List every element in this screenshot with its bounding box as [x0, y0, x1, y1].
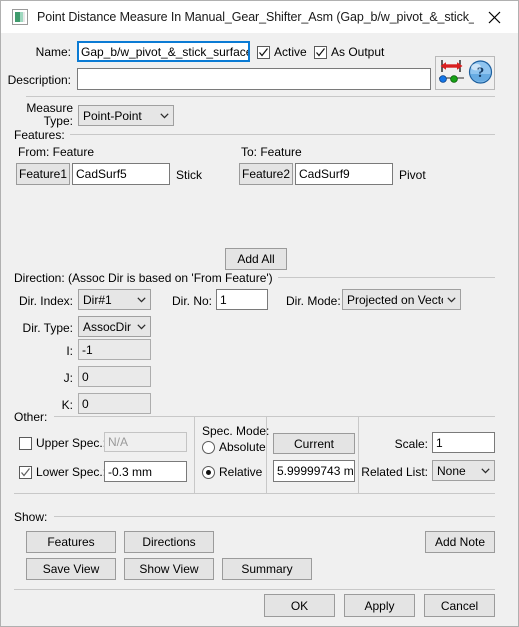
show-group-label: Show:	[14, 510, 53, 524]
upper-spec-checkbox[interactable]: Upper Spec.:	[19, 436, 106, 450]
to-feature-input[interactable]: CadSurf9	[295, 163, 393, 185]
features-group-label: Features:	[14, 128, 70, 142]
lower-spec-input[interactable]: -0.3 mm	[104, 461, 187, 482]
upper-spec-input: N/A	[104, 432, 187, 452]
dir-mode-dropdown[interactable]: Projected on Vector	[342, 289, 461, 310]
measure-type-value: Point-Point	[83, 108, 142, 123]
lower-spec-checkbox[interactable]: Lower Spec.:	[19, 465, 106, 479]
distance-measure-icon[interactable]	[438, 58, 465, 89]
scale-input[interactable]: 1	[432, 432, 495, 453]
current-value-field: 5.99999743 mm	[273, 460, 355, 482]
show-view-button[interactable]: Show View	[124, 558, 214, 580]
lower-spec-label: Lower Spec.:	[36, 465, 107, 479]
add-note-button[interactable]: Add Note	[425, 531, 495, 553]
i-label: I:	[66, 344, 73, 358]
to-feature-suffix: Pivot	[399, 168, 426, 182]
name-input[interactable]: Gap_b/w_pivot_&_stick_surfaces	[77, 41, 250, 62]
scale-label: Scale:	[394, 437, 428, 451]
spec-mode-relative-label: Relative	[219, 465, 263, 479]
cancel-button[interactable]: Cancel	[424, 594, 495, 617]
direction-group-line	[256, 277, 495, 278]
save-view-button[interactable]: Save View	[26, 558, 116, 580]
other-divider-3	[358, 417, 359, 493]
current-button[interactable]: Current	[273, 433, 355, 454]
from-feature-suffix: Stick	[176, 168, 203, 182]
features-group-line	[65, 134, 495, 135]
measure-type-label-line1: Measure	[26, 101, 73, 115]
active-checkbox[interactable]: Active	[257, 45, 307, 59]
upper-spec-label: Upper Spec.:	[36, 436, 107, 450]
dir-type-dropdown[interactable]: AssocDir	[78, 316, 151, 337]
spec-mode-absolute-radio[interactable]: Absolute	[202, 440, 266, 454]
chevron-down-icon	[133, 323, 150, 330]
name-label: Name:	[35, 45, 71, 59]
measure-type-dropdown[interactable]: Point-Point	[78, 105, 174, 126]
show-features-button[interactable]: Features	[26, 531, 116, 553]
description-input[interactable]	[77, 68, 431, 90]
dir-type-value: AssocDir	[83, 319, 132, 334]
lower-spec-checkbox-box	[19, 465, 32, 479]
app-window-icon	[12, 9, 28, 25]
dialog-body: Name: Gap_b/w_pivot_&_stick_surfaces Act…	[0, 33, 519, 627]
summary-button[interactable]: Summary	[222, 558, 312, 580]
add-all-button[interactable]: Add All	[225, 248, 287, 270]
measure-type-label-line2: Type:	[43, 114, 73, 128]
other-group-bottom-line	[14, 493, 495, 494]
chevron-down-icon	[156, 112, 173, 119]
from-feature-input[interactable]: CadSurf5	[72, 163, 170, 185]
help-question-icon[interactable]: ?	[467, 58, 494, 89]
spec-mode-absolute-label: Absolute	[219, 440, 266, 454]
header-icon-strip: ?	[435, 56, 495, 90]
show-directions-button[interactable]: Directions	[124, 531, 214, 553]
ok-button[interactable]: OK	[264, 594, 335, 617]
apply-button[interactable]: Apply	[344, 594, 415, 617]
footer-divider	[14, 589, 495, 590]
spec-mode-label: Spec. Mode:	[202, 424, 270, 438]
as-output-label: As Output	[331, 45, 385, 59]
other-group-line	[54, 416, 495, 417]
window-title: Point Distance Measure In Manual_Gear_Sh…	[37, 10, 474, 24]
chevron-down-icon	[477, 467, 494, 474]
active-checkbox-box	[257, 45, 270, 59]
related-list-label: Related List:	[361, 465, 428, 479]
dir-mode-label: Dir. Mode:	[286, 294, 341, 308]
dir-index-label: Dir. Index:	[18, 294, 73, 308]
svg-text:?: ?	[477, 65, 485, 81]
upper-spec-checkbox-box	[19, 436, 32, 450]
direction-group-label: Direction: (Assoc Dir is based on 'From …	[14, 271, 278, 285]
radio-circle	[202, 465, 215, 479]
as-output-checkbox[interactable]: As Output	[314, 45, 384, 59]
dir-no-input[interactable]: 1	[216, 289, 268, 310]
active-label: Active	[274, 45, 307, 59]
k-input[interactable]: 0	[78, 393, 151, 414]
related-list-value: None	[437, 463, 466, 478]
chevron-down-icon	[443, 296, 460, 303]
show-group-line	[54, 516, 495, 517]
dir-index-dropdown[interactable]: Dir#1	[78, 289, 151, 310]
point-distance-measure-dialog: Point Distance Measure In Manual_Gear_Sh…	[0, 0, 519, 627]
other-group-label: Other:	[14, 410, 53, 424]
dir-index-value: Dir#1	[83, 292, 112, 307]
chevron-down-icon	[133, 296, 150, 303]
related-list-dropdown[interactable]: None	[432, 460, 495, 481]
j-input[interactable]: 0	[78, 366, 151, 387]
feature2-button[interactable]: Feature2	[239, 163, 293, 185]
from-feature-label: From: Feature	[18, 145, 95, 159]
dir-type-label: Dir. Type:	[22, 321, 73, 335]
dir-no-label: Dir. No:	[172, 294, 213, 308]
feature1-button[interactable]: Feature1	[16, 163, 70, 185]
other-divider-1	[194, 417, 195, 493]
header-divider	[26, 96, 495, 97]
radio-circle	[202, 440, 215, 454]
dir-mode-value: Projected on Vector	[347, 292, 443, 307]
description-label: Description:	[7, 73, 71, 87]
title-bar: Point Distance Measure In Manual_Gear_Sh…	[0, 0, 519, 33]
to-feature-label: To: Feature	[241, 145, 302, 159]
j-label: J:	[63, 371, 73, 385]
spec-mode-relative-radio[interactable]: Relative	[202, 465, 262, 479]
i-input[interactable]: -1	[78, 339, 151, 360]
close-icon[interactable]	[474, 1, 514, 33]
as-output-checkbox-box	[314, 45, 327, 59]
